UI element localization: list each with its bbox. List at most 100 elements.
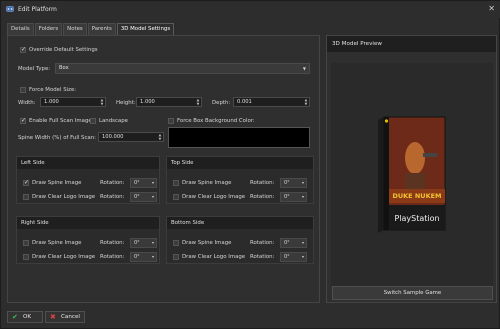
top-spine-rotation-label: Rotation: [250, 180, 275, 186]
top-side-group: Top Side Draw Spine Image Rotation: 0° ▾… [166, 156, 314, 204]
title-bar: Edit Platform ✕ [1, 1, 500, 18]
left-spine-rotation-select[interactable]: 0° ▾ [130, 178, 157, 188]
height-input[interactable]: 1.000 ▲ ▼ [136, 97, 202, 107]
left-spine-rotation-value: 0° [134, 180, 140, 186]
right-side-title: Right Side [17, 217, 159, 229]
cover-weapon [423, 153, 437, 157]
right-logo-rotation-value: 0° [134, 254, 140, 260]
box-cover-spine-strip [384, 117, 389, 230]
right-logo-rotation-select[interactable]: 0° ▾ [130, 252, 157, 262]
left-draw-logo-checkbox[interactable] [23, 194, 29, 200]
close-icon[interactable]: ✕ [488, 4, 495, 14]
ok-button[interactable]: ✔ OK [7, 311, 43, 323]
left-logo-rotation-value: 0° [134, 194, 140, 200]
override-default-checkbox[interactable] [20, 46, 26, 53]
bottom-draw-spine-checkbox[interactable] [173, 240, 179, 246]
tab-parents[interactable]: Parents [87, 23, 116, 35]
tab-folders[interactable]: Folders [34, 23, 63, 35]
force-model-size-label: Force Model Size: [29, 87, 77, 93]
cover-figure [405, 142, 425, 174]
cover-platform-text: PlayStation [394, 214, 439, 223]
bottom-side-title: Bottom Side [167, 217, 313, 229]
left-draw-spine-checkbox[interactable] [23, 179, 29, 186]
left-logo-rotation-label: Rotation: [100, 194, 125, 200]
height-spinner-icon[interactable]: ▲ ▼ [195, 98, 201, 106]
spine-width-value: 100.000 [102, 134, 124, 140]
spine-width-input[interactable]: 100.000 ▲ ▼ [98, 132, 164, 142]
bottom-spine-rotation-value: 0° [284, 240, 290, 246]
tab-notes[interactable]: Notes [63, 23, 87, 35]
cancel-icon: ✖ [50, 313, 56, 321]
left-draw-spine-label: Draw Spine Image [32, 180, 82, 186]
bottom-spine-rotation-label: Rotation: [250, 240, 275, 246]
height-value: 1.000 [140, 99, 155, 105]
box-spine [378, 117, 384, 233]
right-draw-logo-label: Draw Clear Logo Image [32, 254, 96, 260]
width-input[interactable]: 1.000 ▲ ▼ [40, 97, 106, 107]
force-model-size-checkbox[interactable] [20, 87, 26, 93]
bottom-spine-rotation-select[interactable]: 0° ▾ [280, 238, 307, 248]
game-box-3d-model: DUKE NUKEM PlayStation [378, 116, 446, 233]
preview-panel: 3D Model Preview DUKE NUKEM PlayStation [326, 35, 497, 303]
model-type-label: Model Type: [18, 66, 51, 72]
window-title: Edit Platform [18, 6, 57, 13]
left-logo-rotation-select[interactable]: 0° ▾ [130, 192, 157, 202]
chevron-down-icon: ▾ [151, 180, 154, 185]
right-spine-rotation-label: Rotation: [100, 240, 125, 246]
width-value: 1.000 [44, 99, 59, 105]
override-default-label: Override Default Settings [29, 47, 98, 53]
width-spinner-icon[interactable]: ▲ ▼ [99, 98, 105, 106]
top-spine-rotation-select[interactable]: 0° ▾ [280, 178, 307, 188]
tab-details[interactable]: Details [7, 23, 34, 35]
right-spine-rotation-select[interactable]: 0° ▾ [130, 238, 157, 248]
top-logo-rotation-select[interactable]: 0° ▾ [280, 192, 307, 202]
preview-header: 3D Model Preview [327, 36, 496, 52]
platform-icon [6, 6, 14, 12]
model-settings-panel: Override Default Settings Model Type: Bo… [7, 35, 320, 303]
landscape-checkbox[interactable] [90, 118, 96, 124]
height-label: Height: [116, 100, 136, 106]
top-spine-rotation-value: 0° [284, 180, 290, 186]
model-preview-viewport[interactable]: DUKE NUKEM PlayStation [331, 63, 493, 286]
top-logo-rotation-value: 0° [284, 194, 290, 200]
chevron-down-icon: ▾ [301, 240, 304, 245]
force-box-bg-checkbox[interactable] [168, 118, 174, 124]
cover-title-text: DUKE NUKEM [392, 192, 441, 200]
chevron-down-icon: ▼ [302, 66, 306, 71]
chevron-down-icon: ▾ [301, 180, 304, 185]
width-label: Width: [18, 100, 36, 106]
cancel-button-label: Cancel [61, 314, 80, 320]
checkmark-icon: ✔ [12, 313, 18, 321]
switch-sample-game-button[interactable]: Switch Sample Game [332, 286, 493, 300]
cancel-button[interactable]: ✖ Cancel [45, 311, 85, 323]
bottom-draw-logo-label: Draw Clear Logo Image [182, 254, 246, 260]
enable-full-scan-checkbox[interactable] [20, 117, 26, 124]
right-draw-logo-checkbox[interactable] [23, 254, 29, 260]
depth-label: Depth: [212, 100, 231, 106]
model-type-select[interactable]: Box ▼ [55, 63, 310, 74]
top-draw-spine-checkbox[interactable] [173, 180, 179, 186]
top-logo-rotation-label: Rotation: [250, 194, 275, 200]
chevron-down-icon: ▾ [301, 194, 304, 199]
enable-full-scan-label: Enable Full Scan Images: [29, 118, 97, 124]
right-logo-rotation-label: Rotation: [100, 254, 125, 260]
tab-3d-model-settings[interactable]: 3D Model Settings [116, 23, 175, 35]
bottom-draw-logo-checkbox[interactable] [173, 254, 179, 260]
depth-input[interactable]: 0.001 ▲ ▼ [233, 97, 310, 107]
right-spine-rotation-value: 0° [134, 240, 140, 246]
tab-bar: Details Folders Notes Parents 3D Model S… [7, 23, 175, 35]
bottom-side-group: Bottom Side Draw Spine Image Rotation: 0… [166, 216, 314, 264]
right-draw-spine-checkbox[interactable] [23, 240, 29, 246]
chevron-down-icon: ▾ [151, 240, 154, 245]
top-draw-logo-checkbox[interactable] [173, 194, 179, 200]
box-background-color-swatch[interactable] [168, 127, 310, 148]
depth-spinner-icon[interactable]: ▲ ▼ [303, 98, 309, 106]
right-side-group: Right Side Draw Spine Image Rotation: 0°… [16, 216, 160, 264]
bottom-draw-spine-label: Draw Spine Image [182, 240, 232, 246]
chevron-down-icon: ▾ [151, 254, 154, 259]
chevron-down-icon: ▾ [301, 254, 304, 259]
right-draw-spine-label: Draw Spine Image [32, 240, 82, 246]
bottom-logo-rotation-label: Rotation: [250, 254, 275, 260]
bottom-logo-rotation-select[interactable]: 0° ▾ [280, 252, 307, 262]
spine-width-spinner-icon[interactable]: ▲ ▼ [157, 133, 163, 141]
